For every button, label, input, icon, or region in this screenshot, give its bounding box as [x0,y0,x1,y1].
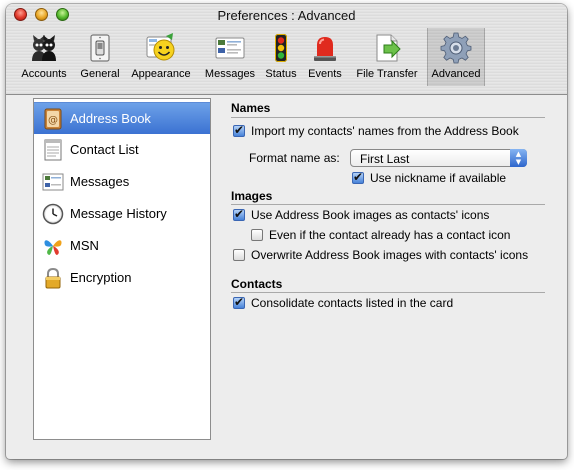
address-book-icon: @ [44,108,62,130]
overwrite-images-checkbox[interactable] [233,249,245,261]
overwrite-images-label: Overwrite Address Book images with conta… [251,248,529,262]
sidebar-item-messages[interactable]: Messages [34,166,210,197]
appearance-smiley-icon [146,33,175,61]
advanced-gear-icon [440,32,472,64]
toolbar-label-accounts: Accounts [21,68,67,80]
toolbar-label-messages: Messages [204,68,256,80]
sidebar-label-message-history: Message History [70,206,167,221]
popup-arrows-icon: ▲ ▼ [510,149,527,167]
msn-butterfly-icon [44,240,62,255]
import-names-label: Import my contacts' names from the Addre… [251,124,519,138]
sidebar-item-message-history[interactable]: Message History [34,198,210,229]
use-nickname-checkbox[interactable] [352,170,364,184]
advanced-pane: @ Address Book Contact List Messages Mes… [6,95,567,459]
use-ab-images-checkbox[interactable] [233,207,245,221]
toolbar-item-messages[interactable]: Messages [201,28,259,86]
toolbar-item-events[interactable]: Events [304,28,346,86]
toolbar-item-appearance[interactable]: Appearance [128,28,194,86]
status-traffic-light-icon [275,34,287,62]
preferences-toolbar: Accounts General Appearance Messages Sta… [6,28,567,88]
svg-text:@: @ [48,115,58,126]
contacts-divider [231,292,545,293]
sidebar-label-encryption: Encryption [70,270,132,285]
title-bar: Preferences : Advanced Accounts General … [6,4,567,95]
even-if-icon-label: Even if the contact already has a contac… [269,228,511,242]
general-switch-icon [90,34,110,62]
toolbar-label-appearance: Appearance [131,68,191,80]
names-divider [231,117,545,118]
import-names-checkbox[interactable] [233,123,245,137]
window-title: Preferences : Advanced [217,8,356,23]
advanced-categories-list: @ Address Book Contact List Messages Mes… [33,98,211,440]
use-nickname-label: Use nickname if available [370,171,507,185]
sidebar-item-msn[interactable]: MSN [34,230,210,261]
toolbar-label-general: General [80,68,120,80]
format-name-value: First Last [360,152,410,166]
names-section-title: Names [231,101,271,115]
toolbar-label-events: Events [308,68,342,80]
use-ab-images-label: Use Address Book images as contacts' ico… [251,208,490,222]
messages-icon [42,173,64,191]
toolbar-label-file-transfer: File Transfer [356,68,418,80]
toolbar-label-advanced: Advanced [431,68,481,80]
format-name-popup[interactable]: First Last ▲ ▼ [350,149,527,167]
events-siren-icon [314,37,336,61]
toolbar-item-file-transfer[interactable]: File Transfer [349,28,425,86]
sidebar-item-encryption[interactable]: Encryption [34,262,210,293]
accounts-icon [32,35,56,61]
sidebar-label-msn: MSN [70,238,99,253]
padlock-icon [45,267,61,289]
toolbar-item-general[interactable]: General [75,28,125,86]
toolbar-item-status[interactable]: Status [261,28,301,86]
preferences-window: Preferences : Advanced Accounts General … [6,4,567,459]
clock-icon [42,203,64,225]
format-name-label: Format name as: [249,151,340,165]
contacts-section-title: Contacts [231,277,283,291]
even-if-icon-checkbox[interactable] [251,229,263,241]
sidebar-label-contact-list: Contact List [70,142,139,157]
sidebar-label-address-book: Address Book [70,111,151,126]
messages-icon [215,37,245,59]
sidebar-item-contact-list[interactable]: Contact List [34,134,210,165]
file-transfer-icon [376,34,401,62]
sidebar-item-address-book[interactable]: @ Address Book [34,102,210,134]
contact-list-icon [44,139,62,161]
consolidate-contacts-checkbox[interactable] [233,295,245,309]
images-divider [231,204,545,205]
consolidate-contacts-label: Consolidate contacts listed in the card [251,296,454,310]
toolbar-label-status: Status [265,68,297,80]
toolbar-item-advanced[interactable]: Advanced [427,28,485,86]
sidebar-label-messages: Messages [70,174,130,189]
toolbar-item-accounts[interactable]: Accounts [18,28,70,86]
images-section-title: Images [231,189,273,203]
